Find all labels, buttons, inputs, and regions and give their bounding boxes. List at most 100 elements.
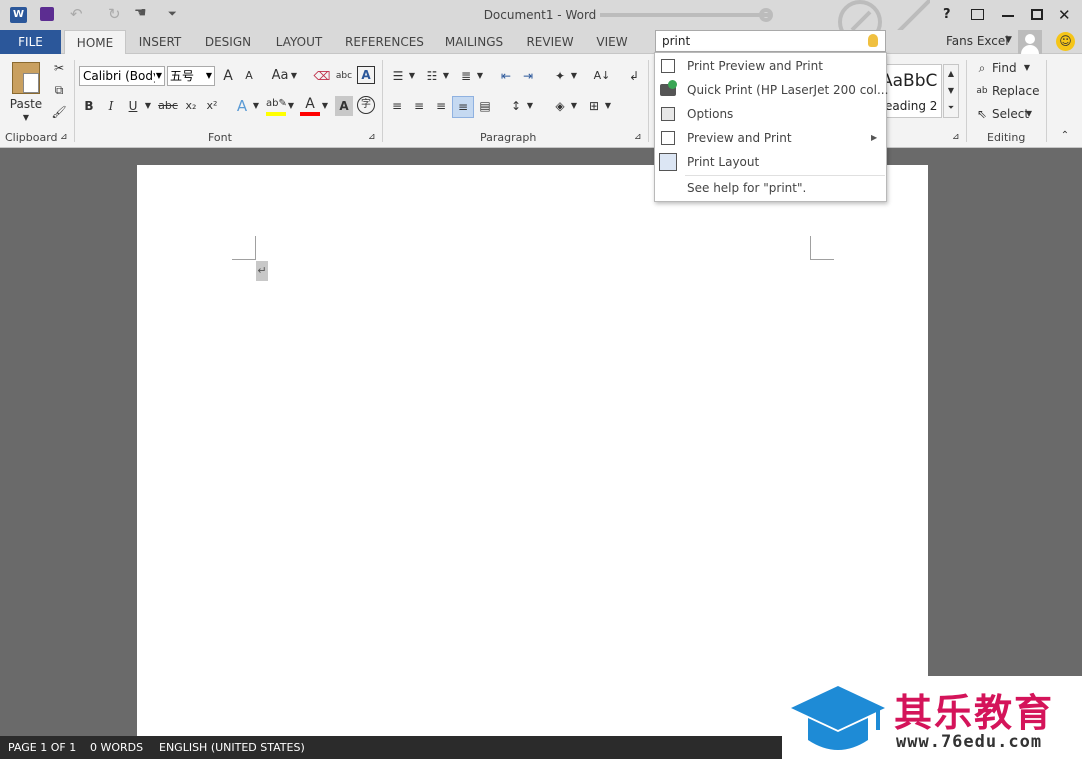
text-effects-dropdown-icon[interactable]: ▼ — [252, 96, 260, 116]
tab-references[interactable]: REFERENCES — [343, 30, 426, 54]
collapse-ribbon-icon[interactable]: ⌃ — [1058, 128, 1072, 144]
align-left-icon[interactable]: ≡ — [388, 96, 406, 116]
font-name-select[interactable]: Calibri (Body)▼ — [79, 66, 165, 86]
select-button[interactable]: Select — [992, 104, 1029, 124]
multilevel-list-icon[interactable]: ≣ — [456, 66, 476, 86]
replace-button[interactable]: Replace — [992, 81, 1042, 101]
increase-indent-icon[interactable]: ⇥ — [518, 66, 538, 86]
numbering-dropdown-icon[interactable]: ▼ — [442, 66, 450, 86]
style-gallery-scroll[interactable]: ▲ ▼ ⏷ — [943, 64, 959, 118]
word-app-icon[interactable]: W — [10, 7, 27, 23]
menu-item-print-layout[interactable]: Print Layout — [655, 150, 886, 174]
help-button[interactable]: ? — [943, 7, 951, 22]
style-gallery[interactable]: AaBbC Heading 2 — [880, 64, 942, 118]
character-shading-icon[interactable]: A — [335, 96, 353, 116]
menu-item-preview-and-print[interactable]: Preview and Print ▶ — [655, 126, 886, 150]
bullets-dropdown-icon[interactable]: ▼ — [408, 66, 416, 86]
superscript-button[interactable]: x² — [203, 96, 221, 116]
format-painter-icon[interactable]: 🖌 — [50, 102, 68, 122]
tab-insert[interactable]: INSERT — [132, 30, 188, 54]
ribbon-display-options-icon[interactable] — [971, 9, 984, 20]
menu-item-quick-print[interactable]: Quick Print (HP LaserJet 200 col... — [655, 78, 888, 102]
font-size-select[interactable]: 五号 ▼ — [167, 66, 215, 86]
scroll-down-icon[interactable]: ▼ — [944, 82, 958, 100]
text-effects-abc-button[interactable]: abc — [334, 66, 354, 86]
select-icon[interactable]: ⇖ — [974, 104, 990, 124]
align-right-icon[interactable]: ≡ — [432, 96, 450, 116]
show-marks-icon[interactable]: ↲ — [624, 66, 644, 86]
grow-font-button[interactable]: A — [218, 66, 238, 86]
bold-button[interactable]: B — [80, 96, 98, 116]
replace-icon[interactable]: ab — [974, 81, 990, 101]
account-name[interactable]: Fans Excel — [946, 34, 1009, 48]
status-language[interactable]: ENGLISH (UNITED STATES) — [159, 741, 305, 754]
shading-icon[interactable]: ◈ — [550, 96, 570, 116]
menu-item-see-help[interactable]: See help for "print". — [655, 176, 886, 200]
find-icon[interactable]: ⌕ — [974, 58, 990, 78]
menu-item-print-preview-and-print[interactable]: Print Preview and Print — [655, 54, 886, 78]
phonetic-guide-button[interactable]: 字 — [357, 96, 375, 114]
font-color-dropdown-icon[interactable]: ▼ — [321, 96, 329, 116]
undo-icon[interactable]: ↶ — [70, 5, 83, 23]
tell-me-input[interactable]: print — [662, 34, 690, 48]
line-spacing-icon[interactable]: ↕ — [506, 96, 526, 116]
find-dropdown-icon[interactable]: ▼ — [1022, 58, 1032, 78]
line-spacing-dropdown-icon[interactable]: ▼ — [526, 96, 534, 116]
change-case-button[interactable]: Aa — [268, 66, 292, 86]
multilevel-dropdown-icon[interactable]: ▼ — [476, 66, 484, 86]
character-border-button[interactable]: A — [357, 66, 375, 84]
styles-launcher-icon[interactable]: ⊿ — [952, 130, 960, 144]
status-page[interactable]: PAGE 1 OF 1 — [8, 741, 76, 754]
tab-review[interactable]: REVIEW — [522, 30, 578, 54]
numbering-icon[interactable]: ☷ — [422, 66, 442, 86]
borders-dropdown-icon[interactable]: ▼ — [604, 96, 612, 116]
justify-icon[interactable]: ≡ — [452, 96, 474, 118]
clipboard-launcher-icon[interactable]: ⊿ — [60, 130, 68, 144]
tab-design[interactable]: DESIGN — [199, 30, 257, 54]
tab-home[interactable]: HOME — [64, 30, 126, 55]
shrink-font-button[interactable]: A — [240, 66, 258, 86]
account-dropdown-icon[interactable]: ▼ — [1005, 35, 1012, 45]
select-dropdown-icon[interactable]: ▼ — [1024, 104, 1034, 124]
sort-icon[interactable]: A↓ — [592, 66, 612, 86]
asian-layout-dropdown-icon[interactable]: ▼ — [570, 66, 578, 86]
close-button[interactable]: ✕ — [1058, 6, 1071, 24]
asian-layout-icon[interactable]: ✦ — [550, 66, 570, 86]
copy-icon[interactable]: ⧉ — [50, 80, 68, 100]
customize-qat-icon[interactable]: ⏷ — [168, 7, 177, 21]
redo-icon[interactable]: ↻ — [108, 5, 121, 23]
style-sample-normal[interactable]: AaBbC — [881, 71, 937, 91]
touch-mode-icon[interactable]: ☚ — [134, 5, 147, 21]
gallery-more-icon[interactable]: ⏷ — [944, 99, 958, 117]
subscript-button[interactable]: x₂ — [182, 96, 200, 116]
menu-item-options[interactable]: Options — [655, 102, 886, 126]
status-words[interactable]: 0 WORDS — [90, 741, 143, 754]
distributed-icon[interactable]: ▤ — [476, 96, 494, 116]
shading-dropdown-icon[interactable]: ▼ — [570, 96, 578, 116]
avatar[interactable] — [1018, 30, 1042, 54]
minimize-button[interactable] — [1002, 15, 1014, 17]
decrease-indent-icon[interactable]: ⇤ — [496, 66, 516, 86]
strikethrough-button[interactable]: abc — [156, 96, 180, 116]
underline-dropdown-icon[interactable]: ▼ — [144, 96, 152, 116]
italic-button[interactable]: I — [102, 96, 120, 116]
style-sample-heading2[interactable]: Heading 2 — [881, 99, 937, 113]
highlight-icon[interactable]: ab✎ — [266, 94, 287, 116]
save-icon[interactable] — [40, 7, 54, 21]
align-center-icon[interactable]: ≡ — [410, 96, 428, 116]
underline-button[interactable]: U — [124, 96, 142, 116]
tell-me-box[interactable]: print — [655, 30, 886, 52]
change-case-dropdown-icon[interactable]: ▼ — [290, 66, 298, 86]
borders-icon[interactable]: ⊞ — [584, 96, 604, 116]
find-button[interactable]: Find — [992, 58, 1020, 78]
cut-icon[interactable]: ✂ — [50, 58, 68, 78]
paste-icon[interactable] — [12, 62, 40, 94]
text-effects-icon[interactable]: A — [232, 96, 252, 116]
smiley-feedback-icon[interactable]: ☺ — [1056, 32, 1075, 51]
clear-formatting-icon[interactable]: ⌫ — [312, 66, 332, 86]
document-page[interactable]: ↵ — [137, 165, 928, 736]
tab-mailings[interactable]: MAILINGS — [440, 30, 508, 54]
scroll-up-icon[interactable]: ▲ — [944, 65, 958, 83]
tab-view[interactable]: VIEW — [592, 30, 632, 54]
tab-layout[interactable]: LAYOUT — [270, 30, 328, 54]
